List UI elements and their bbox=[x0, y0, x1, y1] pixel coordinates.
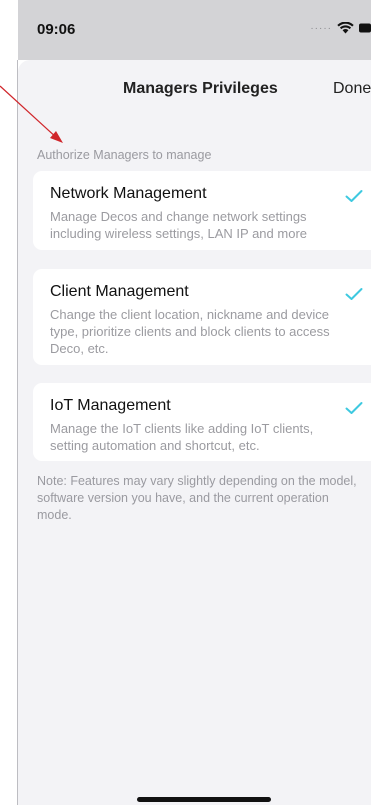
check-icon bbox=[345, 288, 363, 300]
card-title: IoT Management bbox=[50, 397, 171, 414]
done-button[interactable]: Done bbox=[333, 80, 371, 98]
card-description: Change the client location, nickname and… bbox=[50, 307, 330, 356]
signal-dots-icon: ····· bbox=[310, 22, 332, 34]
annotation-arrow-icon bbox=[0, 85, 63, 143]
network-management-card[interactable]: Network Management Manage Decos and chan… bbox=[33, 171, 371, 250]
status-icons: ····· bbox=[310, 22, 371, 34]
card-description: Manage Decos and change network settings… bbox=[50, 209, 307, 241]
card-title: Client Management bbox=[50, 283, 189, 300]
page-title: Managers Privileges bbox=[123, 80, 278, 97]
battery-icon bbox=[359, 23, 371, 33]
check-icon bbox=[345, 190, 363, 202]
card-description: Manage the IoT clients like adding IoT c… bbox=[50, 421, 314, 453]
privileges-sheet: Managers Privileges Done Authorize Manag… bbox=[18, 60, 371, 805]
section-label: Authorize Managers to manage bbox=[37, 148, 212, 162]
check-icon bbox=[345, 402, 363, 414]
client-management-card[interactable]: Client Management Change the client loca… bbox=[33, 269, 371, 365]
iot-management-card[interactable]: IoT Management Manage the IoT clients li… bbox=[33, 383, 371, 461]
note-text: Note: Features may vary slightly dependi… bbox=[37, 474, 357, 522]
home-indicator[interactable] bbox=[137, 797, 271, 802]
card-title: Network Management bbox=[50, 185, 207, 202]
wifi-icon bbox=[337, 22, 354, 34]
